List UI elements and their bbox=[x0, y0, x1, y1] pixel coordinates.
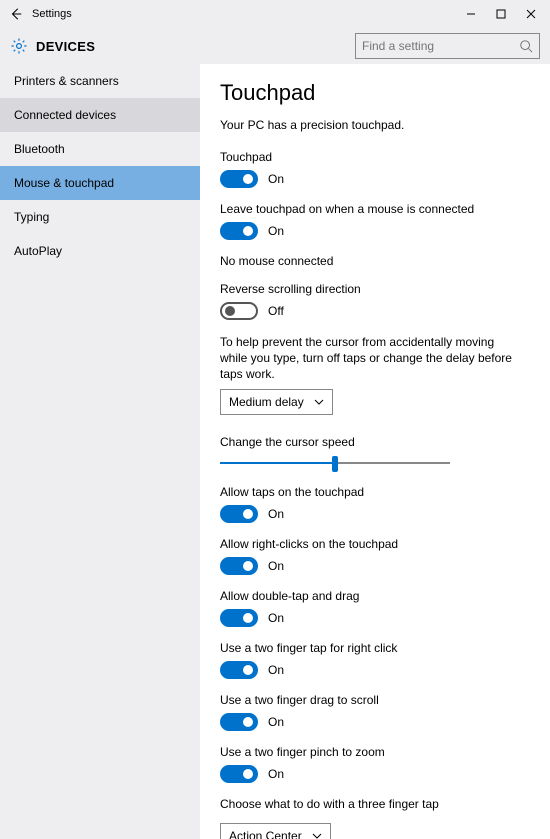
reverse-state: Off bbox=[268, 304, 284, 318]
delay-select[interactable]: Medium delay bbox=[220, 389, 333, 415]
cursor-speed-label: Change the cursor speed bbox=[220, 435, 530, 449]
maximize-button[interactable] bbox=[486, 4, 516, 24]
page-intro: Your PC has a precision touchpad. bbox=[220, 118, 530, 132]
three-tap-select[interactable]: Action Center bbox=[220, 823, 331, 839]
double-tap-toggle[interactable] bbox=[220, 609, 258, 627]
no-mouse-text: No mouse connected bbox=[220, 254, 530, 268]
two-finger-drag-toggle[interactable] bbox=[220, 713, 258, 731]
delay-select-value: Medium delay bbox=[229, 395, 304, 409]
right-clicks-label: Allow right-clicks on the touchpad bbox=[220, 537, 530, 551]
two-finger-tap-label: Use a two finger tap for right click bbox=[220, 641, 530, 655]
gear-icon bbox=[10, 37, 28, 55]
section-name: DEVICES bbox=[36, 39, 355, 54]
sidebar-item-autoplay[interactable]: AutoPlay bbox=[0, 234, 200, 268]
two-finger-tap-toggle[interactable] bbox=[220, 661, 258, 679]
sidebar-item-mouse-touchpad[interactable]: Mouse & touchpad bbox=[0, 166, 200, 200]
search-icon bbox=[519, 39, 533, 53]
two-finger-tap-state: On bbox=[268, 663, 284, 677]
sidebar-item-typing[interactable]: Typing bbox=[0, 200, 200, 234]
search-box[interactable] bbox=[355, 33, 540, 59]
close-button[interactable] bbox=[516, 4, 546, 24]
top-bar: DEVICES bbox=[0, 28, 550, 64]
back-button[interactable] bbox=[4, 7, 28, 21]
window-title: Settings bbox=[28, 8, 456, 20]
leave-on-state: On bbox=[268, 224, 284, 238]
three-tap-label: Choose what to do with a three finger ta… bbox=[220, 797, 530, 811]
two-finger-pinch-toggle[interactable] bbox=[220, 765, 258, 783]
touchpad-toggle[interactable] bbox=[220, 170, 258, 188]
allow-taps-state: On bbox=[268, 507, 284, 521]
allow-taps-toggle[interactable] bbox=[220, 505, 258, 523]
three-tap-value: Action Center bbox=[229, 829, 302, 839]
reverse-label: Reverse scrolling direction bbox=[220, 282, 530, 296]
right-clicks-toggle[interactable] bbox=[220, 557, 258, 575]
double-tap-label: Allow double-tap and drag bbox=[220, 589, 530, 603]
double-tap-state: On bbox=[268, 611, 284, 625]
touchpad-state: On bbox=[268, 172, 284, 186]
sidebar: Printers & scanners Connected devices Bl… bbox=[0, 64, 200, 839]
sidebar-item-bluetooth[interactable]: Bluetooth bbox=[0, 132, 200, 166]
right-clicks-state: On bbox=[268, 559, 284, 573]
two-finger-drag-state: On bbox=[268, 715, 284, 729]
taps-helper: To help prevent the cursor from accident… bbox=[220, 334, 520, 383]
leave-on-toggle[interactable] bbox=[220, 222, 258, 240]
title-bar: Settings bbox=[0, 0, 550, 28]
cursor-speed-slider[interactable] bbox=[220, 455, 450, 471]
touchpad-label: Touchpad bbox=[220, 150, 530, 164]
sidebar-item-connected-devices[interactable]: Connected devices bbox=[0, 98, 200, 132]
sidebar-item-printers[interactable]: Printers & scanners bbox=[0, 64, 200, 98]
chevron-down-icon bbox=[314, 397, 324, 407]
chevron-down-icon bbox=[312, 831, 322, 839]
two-finger-pinch-state: On bbox=[268, 767, 284, 781]
leave-on-label: Leave touchpad on when a mouse is connec… bbox=[220, 202, 530, 216]
page-title: Touchpad bbox=[220, 80, 530, 106]
search-input[interactable] bbox=[362, 39, 519, 53]
two-finger-drag-label: Use a two finger drag to scroll bbox=[220, 693, 530, 707]
content-pane: Touchpad Your PC has a precision touchpa… bbox=[200, 64, 550, 839]
allow-taps-label: Allow taps on the touchpad bbox=[220, 485, 530, 499]
reverse-toggle[interactable] bbox=[220, 302, 258, 320]
minimize-button[interactable] bbox=[456, 4, 486, 24]
back-arrow-icon bbox=[9, 7, 23, 21]
two-finger-pinch-label: Use a two finger pinch to zoom bbox=[220, 745, 530, 759]
